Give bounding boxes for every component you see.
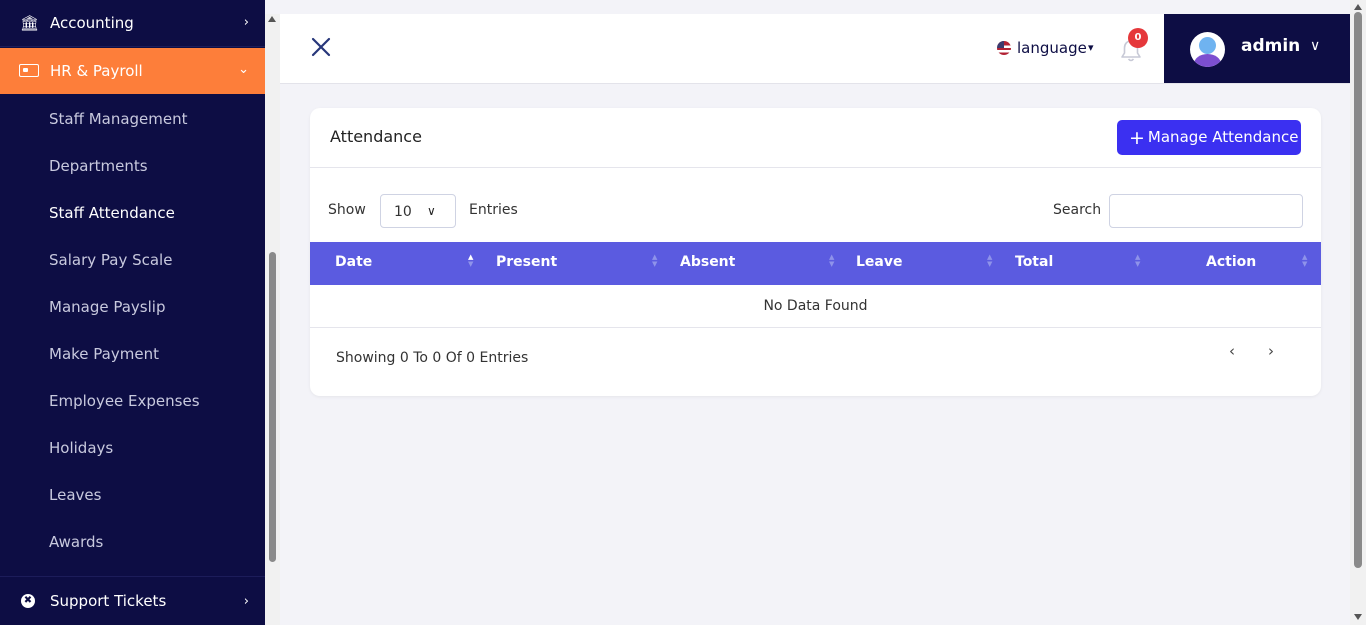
chevron-left-icon[interactable]: ‹: [1229, 342, 1235, 360]
sidebar-subitem-employee-expenses[interactable]: Employee Expenses: [49, 392, 200, 410]
sidebar-subitem-staff-management[interactable]: Staff Management: [49, 110, 188, 128]
id-card-icon: [19, 64, 39, 77]
bank-icon: 🏛︎: [20, 14, 40, 32]
chevron-right-icon: ›: [243, 594, 249, 609]
entries-value: 10: [394, 204, 412, 220]
column-header-total[interactable]: Total: [1015, 254, 1053, 270]
language-selector[interactable]: language: [1017, 39, 1087, 57]
entries-label: Entries: [469, 202, 518, 218]
sort-icon[interactable]: ▲ ▼: [1135, 254, 1140, 268]
sidebar-subitem-staff-attendance[interactable]: Staff Attendance: [49, 204, 175, 222]
scroll-down-icon[interactable]: [1354, 614, 1362, 620]
user-menu[interactable]: admin ∨: [1164, 14, 1350, 83]
sort-icon[interactable]: ▲ ▼: [652, 254, 657, 268]
empty-message: No Data Found: [763, 298, 868, 314]
sidebar-subitem-make-payment[interactable]: Make Payment: [49, 345, 159, 363]
divider: [310, 167, 1321, 168]
sidebar-subitem-leaves[interactable]: Leaves: [49, 486, 101, 504]
column-header-absent[interactable]: Absent: [680, 254, 735, 270]
table-header: Date ▲ ▼ Present ▲ ▼ Absent ▲ ▼ Leave ▲ ▼ To…: [310, 242, 1321, 285]
column-header-leave[interactable]: Leave: [856, 254, 902, 270]
table-row: No Data Found: [310, 285, 1321, 328]
chevron-down-icon: ∨: [427, 204, 436, 218]
sidebar-subitem-departments[interactable]: Departments: [49, 157, 148, 175]
column-header-present[interactable]: Present: [496, 254, 557, 270]
sidebar-subitem-awards[interactable]: Awards: [49, 533, 103, 551]
us-flag-icon: [997, 41, 1011, 55]
sidebar-subitem-manage-payslip[interactable]: Manage Payslip: [49, 298, 165, 316]
chevron-down-icon: ▾: [1088, 41, 1094, 54]
scroll-up-icon[interactable]: [1354, 4, 1362, 10]
sort-icon[interactable]: ▲ ▼: [1302, 254, 1307, 268]
notification-badge: 0: [1128, 28, 1148, 48]
top-header: language ▾ 0 admin ∨: [280, 14, 1350, 84]
show-label: Show: [328, 202, 366, 218]
plus-icon: +: [1129, 126, 1145, 149]
close-icon[interactable]: [310, 36, 332, 58]
entries-select[interactable]: 10 ∨: [380, 194, 456, 228]
chevron-down-icon: ⌄: [238, 62, 249, 77]
column-header-date[interactable]: Date: [335, 254, 372, 270]
sort-icon[interactable]: ▲ ▼: [468, 254, 473, 268]
attendance-card: Attendance + Manage Attendance Show 10 ∨ …: [310, 108, 1321, 396]
sort-icon[interactable]: ▲ ▼: [829, 254, 834, 268]
sidebar-item-support-tickets[interactable]: ✖ Support Tickets ›: [0, 576, 265, 625]
avatar: [1190, 32, 1225, 67]
manage-attendance-button[interactable]: + Manage Attendance: [1117, 120, 1301, 155]
page-scrollbar-thumb[interactable]: [1354, 12, 1362, 568]
search-label: Search: [1053, 202, 1102, 218]
sidebar: 🏛︎ Accounting › HR & Payroll ⌄ Staff Man…: [0, 0, 265, 625]
column-header-action[interactable]: Action: [1206, 254, 1256, 270]
sidebar-scrollbar-thumb[interactable]: [269, 252, 276, 562]
sidebar-item-label: Support Tickets: [50, 592, 167, 610]
sidebar-item-label: HR & Payroll: [50, 62, 143, 80]
chevron-down-icon: ∨: [1310, 38, 1321, 54]
user-name: admin: [1241, 36, 1301, 56]
sidebar-subitem-holidays[interactable]: Holidays: [49, 439, 113, 457]
lifebuoy-icon: ✖: [21, 594, 35, 608]
chevron-right-icon: ›: [243, 15, 249, 30]
scroll-up-icon[interactable]: [268, 16, 276, 22]
sidebar-subitem-salary-pay-scale[interactable]: Salary Pay Scale: [49, 251, 172, 269]
chevron-right-icon[interactable]: ›: [1268, 342, 1274, 360]
sort-icon[interactable]: ▲ ▼: [987, 254, 992, 268]
sidebar-item-hr-payroll[interactable]: HR & Payroll ⌄: [0, 48, 265, 94]
sidebar-item-label: Accounting: [50, 14, 134, 32]
pagination-info: Showing 0 To 0 Of 0 Entries: [336, 350, 529, 366]
page-title: Attendance: [330, 127, 422, 146]
manage-attendance-label: Manage Attendance: [1147, 127, 1299, 146]
sidebar-item-accounting[interactable]: 🏛︎ Accounting ›: [0, 0, 265, 47]
search-input[interactable]: [1109, 194, 1303, 228]
